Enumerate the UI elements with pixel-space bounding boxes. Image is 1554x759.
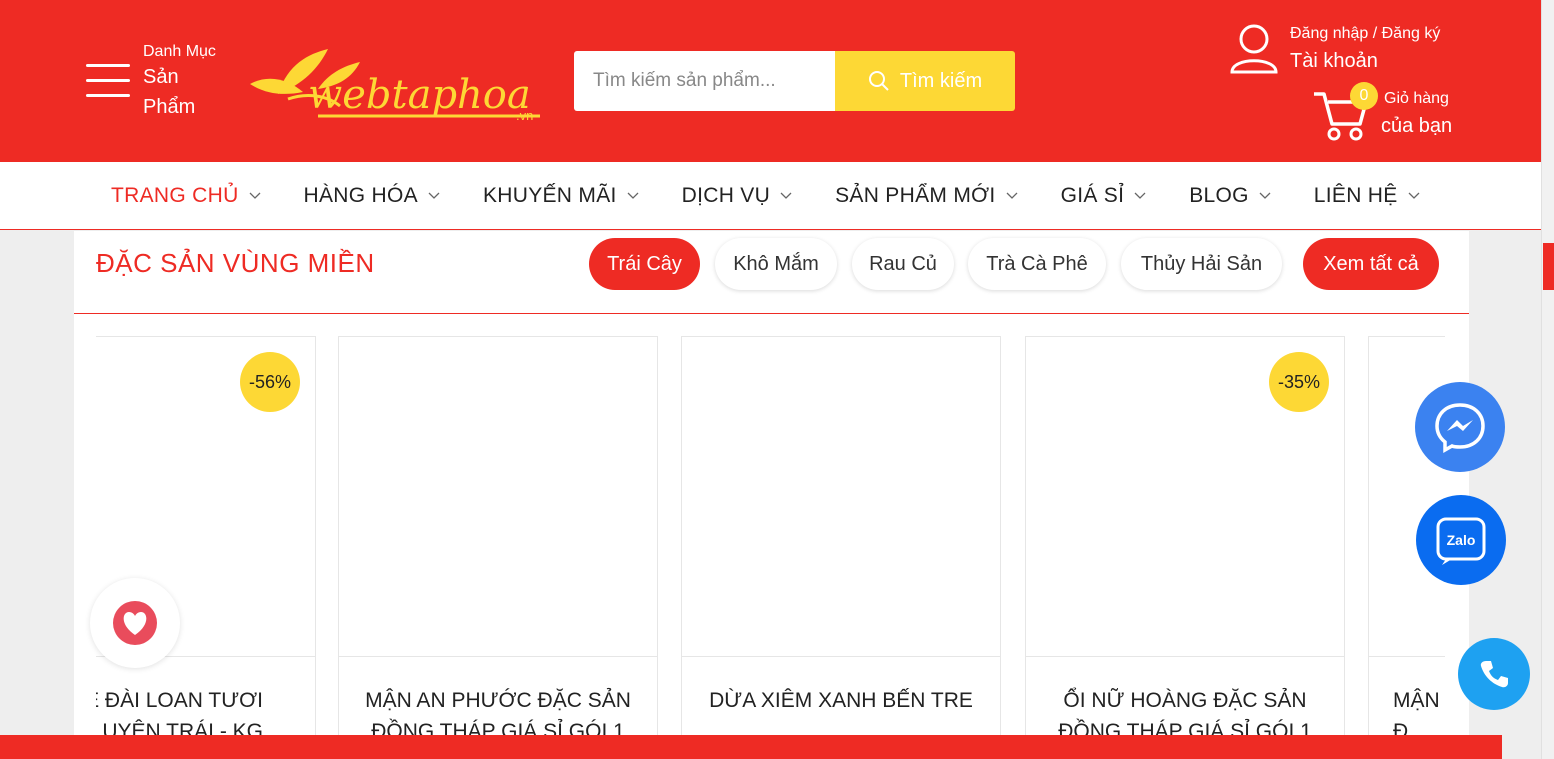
product-carousel: -56% Ê ĐÀI LOAN TƯƠI UYÊN TRÁI - KG MẬN … — [96, 336, 1445, 759]
discount-badge: -35% — [1269, 352, 1329, 412]
phone-icon — [1480, 661, 1508, 688]
section-divider — [74, 313, 1469, 314]
account-link[interactable]: Đăng nhập / Đăng ký Tài khoản — [1228, 22, 1468, 78]
nav-item-label: BLOG — [1189, 183, 1249, 207]
product-card[interactable]: DỪA XIÊM XANH BẾN TRE — [681, 336, 1001, 759]
zalo-icon: Zalo — [1436, 517, 1486, 565]
category-menu-button[interactable]: Danh Mục Sản Phẩm — [86, 40, 226, 124]
search-bar: Tìm kiếm — [574, 51, 1015, 111]
cart-label: Giỏ hàng — [1384, 90, 1449, 107]
nav-item-label: HÀNG HÓA — [303, 183, 418, 207]
main-nav: TRANG CHỦ HÀNG HÓA KHUYẾN MÃI DỊCH VỤ SẢ… — [0, 162, 1541, 230]
user-icon — [1230, 24, 1278, 74]
messenger-icon — [1435, 403, 1485, 454]
tab-fruits[interactable]: Trái Cây — [589, 238, 700, 290]
discount-badge: -56% — [240, 352, 300, 412]
product-name[interactable]: DỪA XIÊM XANH BẾN TRE — [682, 685, 1000, 716]
category-menu-small-label: Danh Mục — [143, 43, 216, 60]
tab-vegetables[interactable]: Rau Củ — [852, 238, 954, 290]
regional-specialties-section: ĐẶC SẢN VÙNG MIỀN Trái Cây Khô Mắm Rau C… — [74, 231, 1469, 759]
chevron-down-icon — [1134, 192, 1146, 199]
chevron-down-icon — [1259, 192, 1271, 199]
chevron-down-icon — [1006, 192, 1018, 199]
search-input[interactable] — [574, 51, 835, 111]
category-menu-label: Sản Phẩm — [143, 66, 196, 118]
svg-text:Zalo: Zalo — [1447, 532, 1476, 548]
chevron-down-icon — [1408, 192, 1420, 199]
nav-item-label: KHUYẾN MÃI — [482, 183, 617, 207]
page-scrollbar[interactable] — [1541, 0, 1554, 759]
svg-text:.vn: .vn — [516, 108, 533, 123]
section-title: ĐẶC SẢN VÙNG MIỀN — [96, 248, 375, 278]
nav-item-label: DỊCH VỤ — [681, 183, 771, 207]
chevron-down-icon — [249, 192, 260, 199]
messenger-button[interactable] — [1415, 382, 1505, 472]
zalo-button[interactable]: Zalo — [1416, 495, 1506, 585]
nav-item-promotions[interactable]: KHUYẾN MÃI — [483, 184, 639, 208]
nav-item-goods[interactable]: HÀNG HÓA — [304, 184, 440, 208]
call-button[interactable] — [1458, 638, 1530, 710]
search-icon — [868, 71, 889, 91]
nav-item-wholesale[interactable]: GIÁ SỈ — [1061, 184, 1147, 208]
nav-item-blog[interactable]: BLOG — [1189, 184, 1271, 208]
tab-tea-coffee[interactable]: Trà Cà Phê — [968, 238, 1106, 290]
cart-sublabel: của bạn — [1381, 115, 1453, 137]
product-card[interactable]: -35% ỔI NỮ HOÀNG ĐẶC SẢN ĐỒNG THÁP GIÁ S… — [1025, 336, 1345, 759]
nav-item-label: LIÊN HỆ — [1313, 183, 1398, 207]
nav-item-label: TRANG CHỦ — [111, 183, 239, 207]
scrollbar-thumb[interactable] — [1543, 243, 1554, 290]
tab-dried-fish[interactable]: Khô Mắm — [715, 238, 837, 290]
nav-item-label: SẢN PHẨM MỚI — [835, 183, 996, 207]
nav-item-home[interactable]: TRANG CHỦ — [111, 184, 261, 208]
product-card[interactable]: MẬN AN PHƯỚC ĐẶC SẢN ĐỒNG THÁP GIÁ SỈ GÓ… — [338, 336, 658, 759]
tab-seafood[interactable]: Thủy Hải Sản — [1121, 238, 1282, 290]
nav-item-label: GIÁ SỈ — [1060, 183, 1125, 207]
bottom-promo-bar — [0, 735, 1502, 759]
nav-item-services[interactable]: DỊCH VỤ — [682, 184, 792, 208]
product-image[interactable] — [339, 337, 657, 657]
search-button[interactable]: Tìm kiếm — [835, 51, 1015, 111]
search-button-label: Tìm kiếm — [899, 69, 983, 92]
cart-count-badge: 0 — [1350, 82, 1378, 110]
product-image[interactable] — [1369, 337, 1445, 657]
heart-icon — [113, 601, 157, 645]
site-logo[interactable]: webtaphoa .vn — [248, 44, 548, 124]
wishlist-button[interactable] — [90, 578, 180, 668]
nav-item-new-products[interactable]: SẢN PHẨM MỚI — [835, 183, 1018, 208]
site-header: Danh Mục Sản Phẩm webtaphoa .vn Tìm kiếm… — [0, 0, 1541, 162]
nav-item-contact[interactable]: LIÊN HỆ — [1314, 184, 1420, 208]
product-card[interactable]: -56% Ê ĐÀI LOAN TƯƠI UYÊN TRÁI - KG — [96, 336, 316, 759]
chevron-down-icon — [627, 192, 639, 199]
account-label: Tài khoản — [1290, 50, 1378, 72]
chevron-down-icon — [428, 192, 440, 199]
view-all-button[interactable]: Xem tất cả — [1303, 238, 1439, 290]
hamburger-icon — [86, 40, 130, 124]
cart-link[interactable]: 0 Giỏ hàng của bạn — [1312, 82, 1472, 142]
login-register-label: Đăng nhập / Đăng ký — [1290, 25, 1441, 42]
product-image[interactable] — [682, 337, 1000, 657]
svg-text:webtaphoa: webtaphoa — [308, 72, 531, 118]
chevron-down-icon — [780, 192, 792, 199]
